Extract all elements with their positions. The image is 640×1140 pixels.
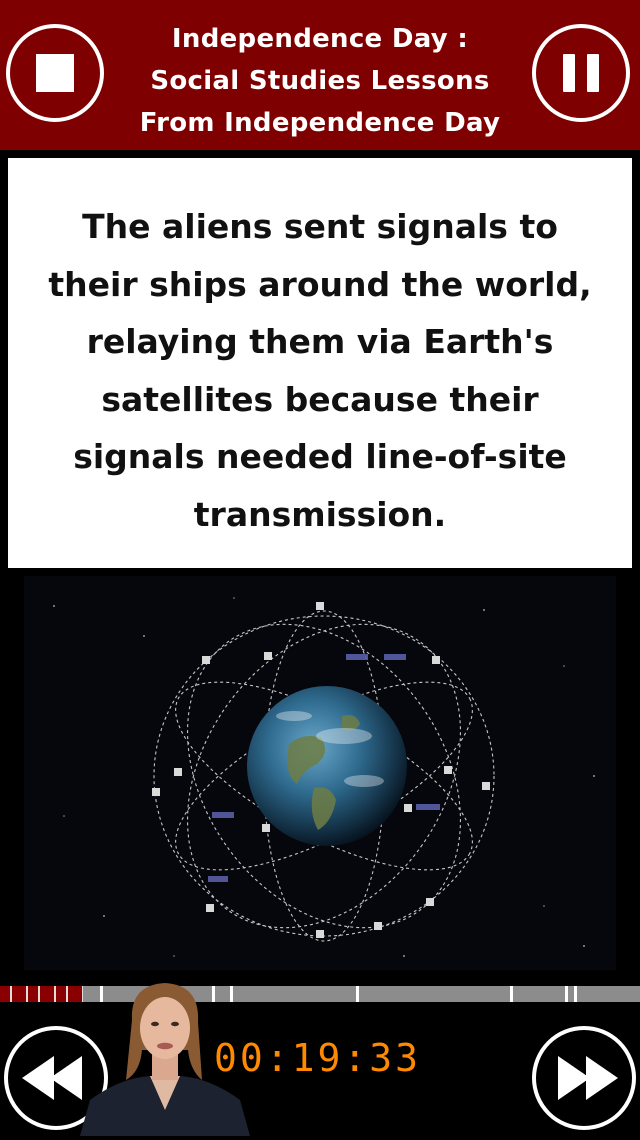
fast-forward-icon (558, 1056, 618, 1100)
earth-satellites-illustration (53, 597, 595, 957)
progress-marker (356, 986, 359, 1002)
playback-time: 00:19:33 (214, 1036, 422, 1080)
pause-icon (563, 54, 575, 92)
progress-marker (565, 986, 568, 1002)
title-line-2: Social Studies Lessons (150, 66, 490, 96)
progress-marker (510, 986, 513, 1002)
title-line-3: From Independence Day (139, 108, 501, 138)
lesson-text: The aliens sent signals to their ships a… (48, 207, 592, 534)
title-line-1: Independence Day : (171, 24, 469, 54)
satellite-image (24, 576, 616, 970)
pause-button[interactable] (532, 24, 630, 122)
header-bar: Independence Day : Social Studies Lesson… (0, 0, 640, 150)
lesson-text-card: The aliens sent signals to their ships a… (8, 158, 632, 568)
progress-fill (0, 986, 84, 1002)
progress-marker (574, 986, 577, 1002)
stop-button[interactable] (6, 24, 104, 122)
pause-icon (587, 54, 599, 92)
lesson-title: Independence Day : Social Studies Lesson… (130, 18, 510, 144)
stop-icon (36, 54, 74, 92)
fast-forward-button[interactable] (532, 1026, 636, 1130)
